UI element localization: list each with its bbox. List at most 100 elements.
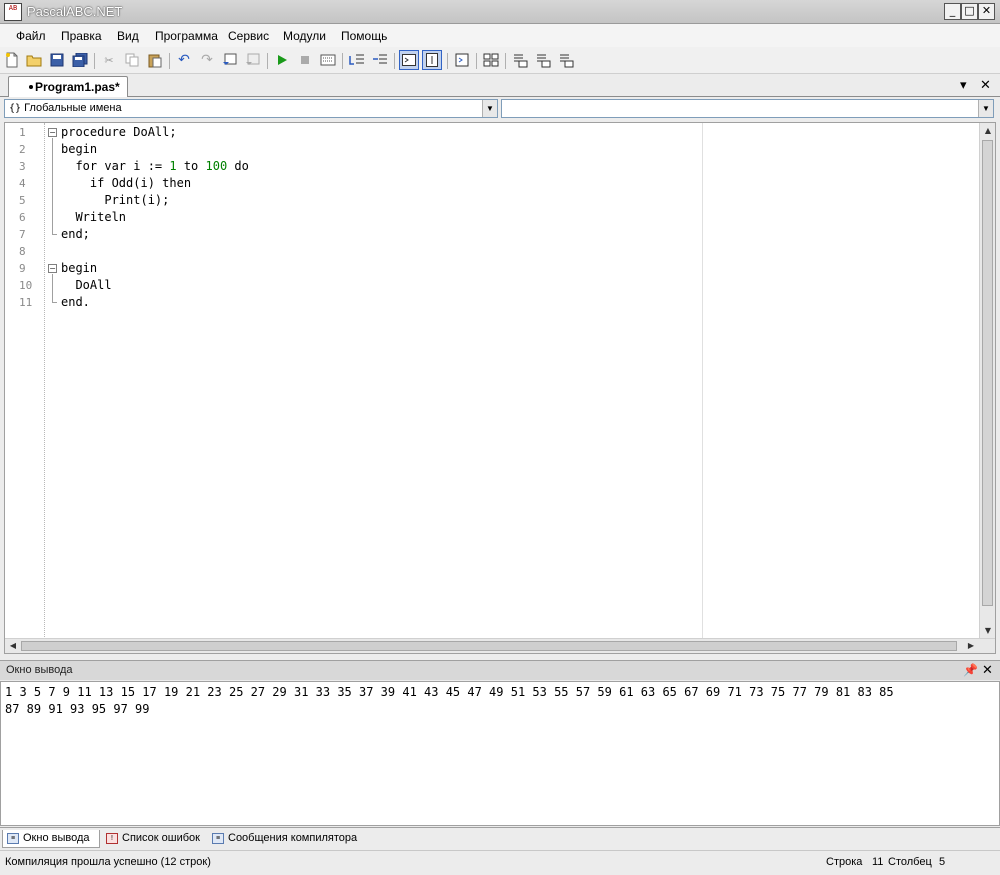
menu-help[interactable]: Помощь: [341, 29, 387, 43]
new-file-icon[interactable]: [3, 51, 21, 69]
line-number: 1: [19, 126, 26, 139]
copy-icon[interactable]: [123, 51, 141, 69]
design-mode-icon[interactable]: [422, 50, 442, 70]
fold-guide-end: [52, 234, 57, 235]
column-label: Столбец: [888, 856, 932, 868]
fold-collapse-icon[interactable]: −: [48, 264, 57, 273]
save-all-icon[interactable]: [71, 51, 89, 69]
comment-icon[interactable]: [221, 51, 239, 69]
row-value: 11: [872, 856, 884, 868]
toolbar-separator: [267, 53, 268, 69]
uncomment-icon[interactable]: [244, 51, 262, 69]
title-bar: AB PascalABC.NET _ □ ✕: [0, 0, 1000, 24]
tab-compiler-messages[interactable]: ≡ Сообщения компилятора: [208, 830, 366, 848]
expand-icon[interactable]: [482, 51, 500, 69]
right-margin-guide: [702, 123, 703, 639]
line-number: 7: [19, 228, 26, 241]
column-value: 5: [939, 856, 946, 868]
toolbar-separator: [94, 53, 95, 69]
save-icon[interactable]: [48, 51, 66, 69]
line-number: 8: [19, 245, 26, 258]
program-output: 1 3 5 7 9 11 13 15 17 19 21 23 25 27 29 …: [5, 685, 894, 716]
redo-icon[interactable]: ↷: [198, 51, 216, 69]
tab-list-dropdown-icon[interactable]: ▾: [960, 78, 967, 93]
compiler-messages-icon: ≡: [212, 833, 224, 844]
vertical-scrollbar[interactable]: ▲ ▼: [979, 123, 995, 639]
scroll-left-icon[interactable]: ◀: [5, 639, 21, 653]
menu-service[interactable]: Сервис: [228, 29, 269, 43]
tab-label: Сообщения компилятора: [228, 832, 358, 844]
menu-modules[interactable]: Модули: [283, 29, 326, 43]
status-bar: Компиляция прошла успешно (12 строк) Стр…: [0, 850, 1000, 875]
menu-view[interactable]: Вид: [117, 29, 139, 43]
toolbar-separator: [476, 53, 477, 69]
toolbar: ✂ ↶ ↷: [0, 47, 1000, 74]
code-line: DoAll: [61, 278, 112, 292]
scroll-right-icon[interactable]: ▶: [963, 639, 979, 653]
tab-output-window[interactable]: ≡ Окно вывода: [2, 830, 100, 848]
document-tab-strip: Program1.pas* ▾ ✕: [0, 75, 1000, 98]
fold-guide: [52, 138, 53, 234]
namespace-icon: {}: [9, 103, 22, 114]
menu-program[interactable]: Программа: [155, 29, 218, 43]
scroll-down-icon[interactable]: ▼: [980, 623, 996, 639]
menu-bar: Файл Правка Вид Программа Сервис Модули …: [0, 24, 1000, 47]
pin-icon[interactable]: 📌: [963, 663, 978, 677]
line-number: 11: [19, 296, 33, 309]
tab-label: Окно вывода: [23, 832, 90, 844]
tab-label: Program1.pas*: [35, 80, 120, 94]
error-list-icon: !: [106, 833, 118, 844]
code-line: Print(i);: [61, 193, 170, 207]
member-select[interactable]: ▼: [501, 99, 994, 118]
scope-select-value: Глобальные имена: [24, 102, 122, 114]
tab-program1[interactable]: Program1.pas*: [8, 76, 128, 98]
horizontal-scroll-thumb[interactable]: [21, 641, 957, 651]
app-logo-icon: AB: [4, 3, 22, 21]
line-number: 2: [19, 143, 26, 156]
toolbar-separator: [394, 53, 395, 69]
chevron-down-icon[interactable]: ▼: [978, 100, 993, 117]
output-window-icon[interactable]: [399, 50, 419, 70]
undo-icon[interactable]: ↶: [175, 51, 193, 69]
scope-select[interactable]: {} Глобальные имена ▼: [4, 99, 498, 118]
maximize-button[interactable]: □: [961, 3, 978, 20]
debug-icon[interactable]: [511, 51, 529, 69]
horizontal-scrollbar[interactable]: ◀ ▶: [5, 638, 995, 653]
line-number: 3: [19, 160, 26, 173]
watch-icon[interactable]: [534, 51, 552, 69]
line-number: 6: [19, 211, 26, 224]
window-title: PascalABC.NET: [27, 4, 123, 19]
line-number-gutter: 1 2 3 4 5 6 7 8 9 10 11: [5, 123, 45, 639]
line-number: 9: [19, 262, 26, 275]
vertical-scroll-thumb[interactable]: [982, 140, 993, 606]
stop-icon[interactable]: [296, 51, 314, 69]
fold-guide: [52, 274, 53, 302]
step-into-icon[interactable]: [348, 51, 366, 69]
open-folder-icon[interactable]: [25, 51, 43, 69]
code-line: end;: [61, 227, 90, 241]
output-panel-header: Окно вывода 📌 ✕: [0, 660, 1000, 680]
compile-icon[interactable]: [319, 51, 337, 69]
output-window[interactable]: 1 3 5 7 9 11 13 15 17 19 21 23 25 27 29 …: [0, 681, 1000, 826]
run-icon[interactable]: [273, 51, 291, 69]
menu-edit[interactable]: Правка: [61, 29, 102, 43]
scroll-up-icon[interactable]: ▲: [980, 123, 996, 139]
refactor-icon[interactable]: [557, 51, 575, 69]
chevron-down-icon[interactable]: ▼: [482, 100, 497, 117]
code-editor[interactable]: 1 2 3 4 5 6 7 8 9 10 11 − − procedure Do…: [4, 122, 996, 654]
tab-error-list[interactable]: ! Список ошибок: [102, 830, 206, 848]
code-line: Writeln: [61, 210, 127, 224]
step-over-icon[interactable]: [371, 51, 389, 69]
menu-file[interactable]: Файл: [16, 29, 46, 43]
format-icon[interactable]: [453, 51, 471, 69]
fold-collapse-icon[interactable]: −: [48, 128, 57, 137]
row-label: Строка: [826, 856, 863, 868]
output-window-icon: ≡: [7, 833, 19, 844]
close-tab-icon[interactable]: ✕: [980, 78, 991, 93]
cut-icon[interactable]: ✂: [100, 51, 118, 69]
code-line: begin: [61, 142, 98, 156]
paste-icon[interactable]: [146, 51, 164, 69]
minimize-button[interactable]: _: [944, 3, 961, 20]
close-panel-icon[interactable]: ✕: [982, 663, 993, 678]
close-window-button[interactable]: ✕: [978, 3, 995, 20]
